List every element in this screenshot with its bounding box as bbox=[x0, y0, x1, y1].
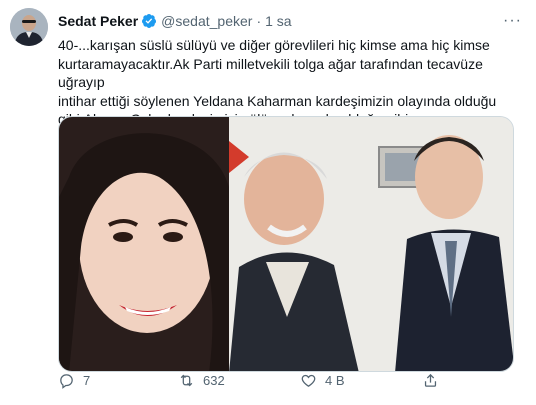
tweet-timestamp[interactable]: 1 sa bbox=[265, 12, 291, 30]
reply-count: 7 bbox=[83, 372, 91, 388]
tweet-text: 40-...karışan süslü sülüyü ve diğer göre… bbox=[58, 37, 497, 127]
photo-image bbox=[59, 117, 513, 371]
author-name[interactable]: Sedat Peker bbox=[58, 12, 138, 30]
tweet-photo[interactable] bbox=[58, 116, 514, 372]
author-handle[interactable]: @sedat_peker bbox=[161, 12, 252, 30]
retweet-button[interactable]: 632 bbox=[178, 372, 225, 389]
reply-icon bbox=[60, 373, 73, 389]
share-button[interactable] bbox=[422, 372, 447, 389]
like-count: 4 B bbox=[325, 372, 345, 388]
share-icon bbox=[424, 373, 437, 387]
retweet-count: 632 bbox=[203, 372, 225, 388]
separator-dot: · bbox=[256, 13, 262, 29]
reply-button[interactable]: 7 bbox=[58, 372, 90, 389]
verified-icon bbox=[142, 14, 157, 28]
avatar-image bbox=[10, 8, 48, 46]
retweet-icon bbox=[180, 374, 193, 386]
like-icon bbox=[301, 374, 316, 387]
tweet-card[interactable]: Sedat Peker @sedat_peker · 1 sa ··· 40-.… bbox=[0, 0, 536, 405]
like-button[interactable]: 4 B bbox=[300, 372, 345, 389]
avatar[interactable] bbox=[10, 8, 48, 46]
more-options-icon[interactable]: ··· bbox=[503, 12, 522, 30]
tweet-header: Sedat Peker @sedat_peker · 1 sa bbox=[58, 12, 292, 30]
